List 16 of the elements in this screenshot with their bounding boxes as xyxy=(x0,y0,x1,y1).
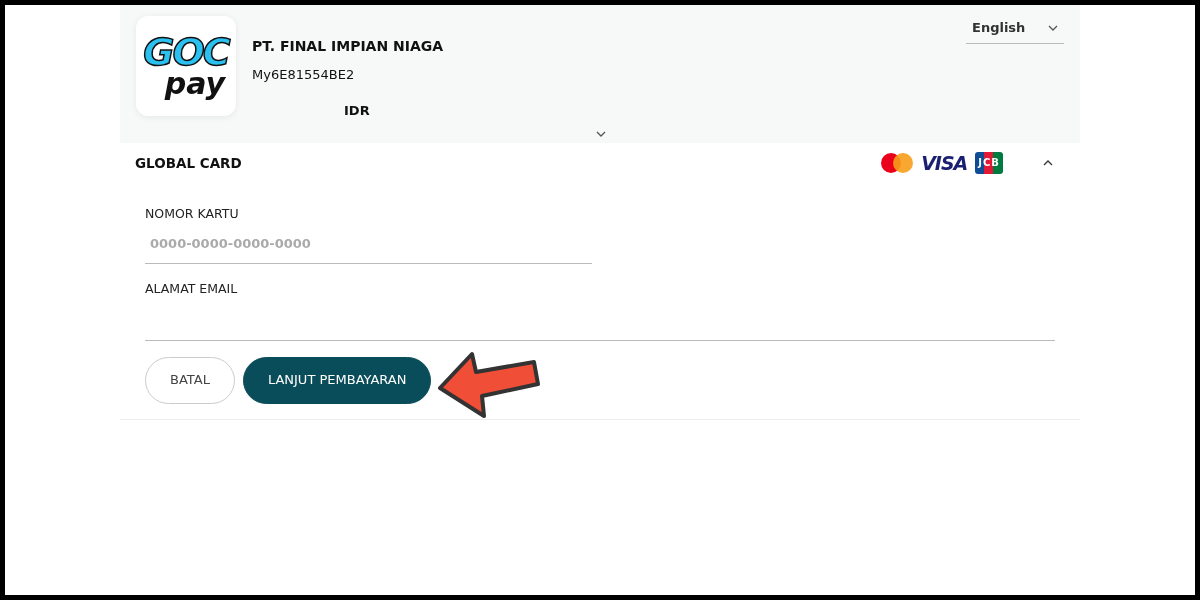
currency-label: IDR xyxy=(344,101,371,120)
chevron-down-icon xyxy=(1048,24,1058,31)
card-logo-icon xyxy=(881,153,914,173)
logo-text: GOC xyxy=(143,33,229,71)
field-label: ALAMAT EMAIL xyxy=(145,279,239,298)
section-title: GLOBAL CARD xyxy=(135,153,242,173)
card-logo: VISA xyxy=(921,153,968,173)
input-field[interactable]: 0000-0000-0000-0000 xyxy=(145,223,592,264)
expand-icon xyxy=(596,131,606,137)
field-label: NOMOR KARTU xyxy=(145,205,240,223)
language-dropdown[interactable]: English xyxy=(966,17,1064,44)
logo-text: pay xyxy=(164,69,226,99)
continue-button[interactable]: LANJUT PEMBAYARAN xyxy=(242,356,432,404)
cancel-button[interactable]: BATAL xyxy=(145,356,235,404)
merchant-name: PT. FINAL IMPIAN NIAGA xyxy=(252,37,444,56)
merchant-id: My6E81554BE2 xyxy=(252,66,356,84)
